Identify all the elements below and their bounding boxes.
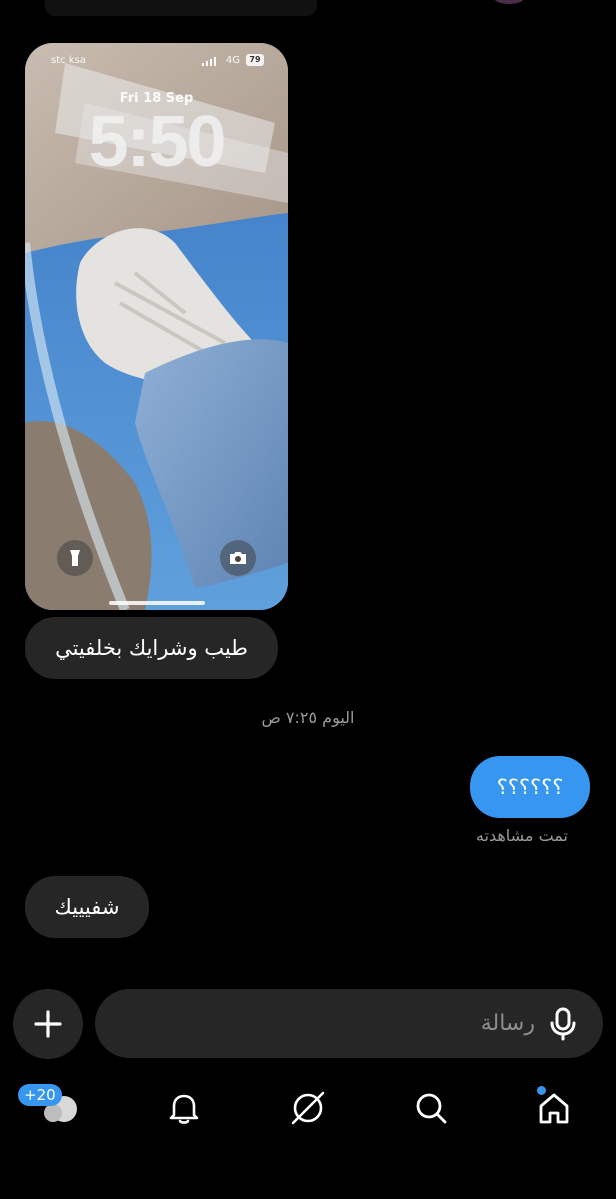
bottom-navigation: +20 <box>0 1078 616 1138</box>
microphone-icon <box>550 1007 576 1041</box>
nav-search[interactable] <box>411 1088 451 1128</box>
shared-screenshot[interactable]: stc ksa 4G 79 Fri 18 Sep 5:50 <box>25 43 288 610</box>
nav-notifications[interactable] <box>164 1088 204 1128</box>
message-text: طيب وشرايك بخلفيتي <box>55 635 248 660</box>
add-attachment-button[interactable] <box>13 989 83 1059</box>
battery-icon: 79 <box>246 54 264 66</box>
camera-icon <box>220 540 256 576</box>
nav-explore[interactable] <box>288 1088 328 1128</box>
home-icon <box>539 1093 569 1124</box>
previous-message-edge <box>45 0 317 16</box>
incoming-message[interactable]: طيب وشرايك بخلفيتي <box>25 617 278 679</box>
message-composer[interactable] <box>95 989 603 1058</box>
search-icon <box>416 1093 447 1124</box>
home-indicator <box>108 601 205 605</box>
flashlight-icon <box>57 540 93 576</box>
messages-badge: +20 <box>18 1084 62 1106</box>
message-text: شفيييك <box>54 894 120 919</box>
microphone-button[interactable] <box>543 1004 583 1044</box>
avatar <box>494 0 524 4</box>
plus-icon <box>34 1010 62 1038</box>
message-input[interactable] <box>115 989 545 1058</box>
outgoing-message[interactable]: ؟؟؟؟؟؟ <box>470 756 590 818</box>
nav-home[interactable] <box>534 1088 574 1128</box>
explore-icon <box>291 1091 325 1125</box>
carrier-label: stc ksa <box>51 55 86 66</box>
seen-status: تمت مشاهدته <box>475 826 568 845</box>
message-timestamp: اليوم ٧:٢٥ ص <box>261 708 355 727</box>
lockscreen-clock: 5:50 <box>88 102 226 182</box>
message-text: ؟؟؟؟؟؟ <box>496 774 564 799</box>
notifications-icon <box>169 1094 199 1124</box>
network-label: 4G <box>225 55 240 66</box>
signal-icon <box>202 57 216 69</box>
incoming-message[interactable]: شفيييك <box>25 876 149 938</box>
lockscreen-status-bar: stc ksa 4G 79 <box>25 54 288 69</box>
